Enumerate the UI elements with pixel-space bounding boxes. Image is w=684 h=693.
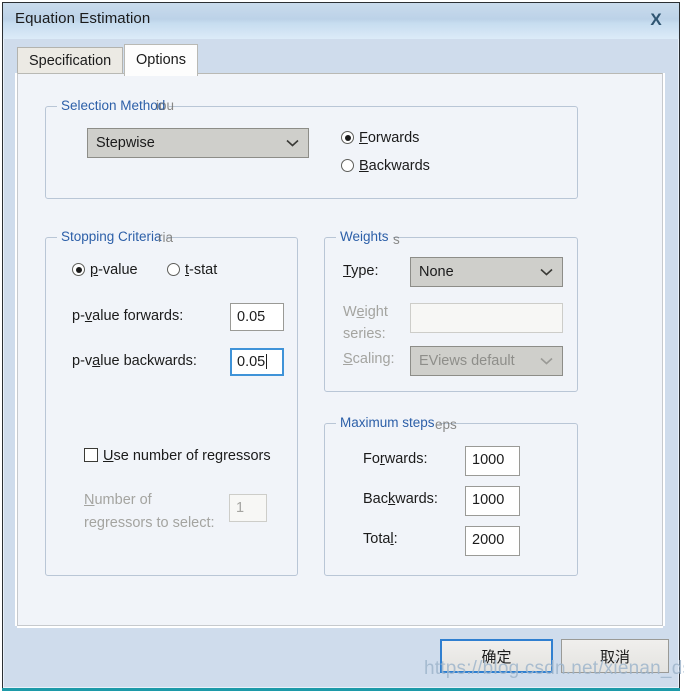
close-icon[interactable]: X — [645, 9, 667, 31]
dialog-window: Equation Estimation X Specification Opti… — [2, 2, 680, 691]
ok-button[interactable]: 确定 — [440, 639, 553, 673]
cancel-button-label: 取消 — [599, 648, 630, 666]
tab-specification[interactable]: Specification — [17, 47, 124, 75]
max-steps-total-label-pre: Tota — [363, 531, 391, 547]
use-regressors-accel: U — [103, 448, 114, 464]
weights-scaling-label: Scaling: — [343, 351, 395, 367]
weights-scaling-label-post: caling: — [352, 351, 395, 367]
p-value-backwards-value: 0.05 — [237, 354, 266, 370]
weights-scaling-combo-value: EViews default — [419, 353, 515, 369]
radio-backwards-label: ackwards — [368, 158, 430, 174]
p-value-forwards-value: 0.05 — [237, 309, 266, 325]
window-title: Equation Estimation — [15, 10, 151, 27]
selection-method-combo[interactable]: Stepwise — [87, 128, 309, 158]
weights-type-label-post: ype: — [351, 263, 379, 279]
radio-forwards[interactable]: Forwards — [341, 130, 419, 146]
radio-p-value-accel: p — [90, 262, 99, 278]
chevron-down-icon — [286, 129, 299, 157]
weight-series-label-line1: Weight — [343, 304, 388, 320]
radio-p-value-indicator — [72, 263, 85, 276]
weight-series-input[interactable] — [410, 303, 563, 333]
number-of-regressors-value: 1 — [236, 500, 245, 516]
weights-scaling-accel: S — [343, 351, 353, 367]
p-value-backwards-label-post: lue backwards: — [100, 353, 197, 369]
use-regressors-label: se number of regressors — [113, 448, 271, 464]
radio-backwards-indicator — [341, 159, 354, 172]
weights-type-label: Type: — [343, 263, 378, 279]
radio-t-stat-label: -stat — [189, 262, 218, 278]
max-steps-forwards-input[interactable]: 1000 — [465, 446, 520, 476]
weight-series-label-post: ight — [364, 304, 388, 320]
max-steps-forwards-label-pre: Fo — [363, 451, 380, 467]
group-stopping-criteria: Stopping Criteria ria p-value t-stat p-v… — [45, 229, 298, 576]
weight-series-label-line2: series: — [343, 326, 386, 342]
tab-strip: Specification Options — [3, 39, 679, 76]
p-value-backwards-label-pre: p-v — [72, 353, 93, 369]
options-tab-panel: Selection Method iou Stepwise Forwards B… — [17, 73, 663, 626]
group-weights: Weights s Type: None Weight series: Scal… — [324, 229, 578, 392]
ok-button-label: 确定 — [481, 648, 512, 666]
p-value-backwards-label: p-value backwards: — [72, 353, 197, 369]
title-bar: Equation Estimation X — [3, 3, 679, 39]
p-value-backwards-input[interactable]: 0.05 — [230, 348, 284, 376]
max-steps-total-label: Total: — [363, 531, 398, 547]
radio-p-value-label: -value — [98, 262, 138, 278]
number-of-regressors-accel: N — [84, 492, 95, 508]
weights-title-artifact: s — [393, 232, 400, 247]
use-number-of-regressors-checkbox[interactable]: Use number of regressors — [84, 448, 271, 464]
radio-backwards-accel: B — [359, 158, 369, 174]
group-maximum-steps: Maximum steps eps Forwards: 1000 Backwar… — [324, 415, 578, 576]
max-steps-forwards-label: Forwards: — [363, 451, 427, 467]
p-value-forwards-input[interactable]: 0.05 — [230, 303, 284, 331]
max-steps-forwards-label-post: wards: — [384, 451, 428, 467]
weights-type-combo-value: None — [419, 264, 454, 280]
radio-forwards-accel: F — [359, 130, 368, 146]
max-steps-total-value: 2000 — [472, 532, 505, 548]
group-title-selection-method: Selection Method — [57, 98, 170, 113]
group-title-maximum-steps: Maximum steps — [336, 415, 439, 430]
text-caret — [266, 354, 268, 369]
weight-series-accel: e — [356, 304, 365, 320]
radio-backwards[interactable]: Backwards — [341, 158, 430, 174]
radio-t-stat[interactable]: t-stat — [167, 262, 217, 278]
radio-t-stat-indicator — [167, 263, 180, 276]
p-value-forwards-label-post: alue forwards: — [92, 308, 184, 324]
number-of-regressors-label-line1: Number of — [84, 492, 152, 508]
max-steps-backwards-label-post: wards: — [395, 491, 438, 507]
max-steps-backwards-value: 1000 — [472, 492, 505, 508]
max-steps-backwards-input[interactable]: 1000 — [465, 486, 520, 516]
weights-type-accel: T — [343, 263, 352, 279]
group-title-stopping-criteria: Stopping Criteria — [57, 229, 166, 244]
weights-scaling-combo[interactable]: EViews default — [410, 346, 563, 376]
radio-forwards-indicator — [341, 131, 354, 144]
radio-p-value[interactable]: p-value — [72, 262, 138, 278]
radio-forwards-label: orwards — [367, 130, 420, 146]
max-steps-forwards-value: 1000 — [472, 452, 505, 468]
cancel-button[interactable]: 取消 — [561, 639, 669, 673]
max-steps-total-label-post: : — [393, 531, 398, 547]
p-value-forwards-label: p-value forwards: — [72, 308, 183, 324]
number-of-regressors-label-post: umber of — [94, 492, 152, 508]
max-steps-total-input[interactable]: 2000 — [465, 526, 520, 556]
max-steps-backwards-label-pre: Bac — [363, 491, 388, 507]
selection-method-combo-value: Stepwise — [96, 135, 155, 151]
chevron-down-icon — [540, 258, 553, 286]
weights-type-combo[interactable]: None — [410, 257, 563, 287]
chevron-down-icon — [540, 347, 553, 375]
weight-series-label-pre: W — [343, 304, 357, 320]
number-of-regressors-input[interactable]: 1 — [229, 494, 267, 522]
number-of-regressors-label-line2: regressors to select: — [84, 515, 215, 531]
max-steps-backwards-label: Backwards: — [363, 491, 438, 507]
checkbox-indicator — [84, 448, 98, 462]
p-value-forwards-label-pre: p- — [72, 308, 85, 324]
group-title-weights: Weights — [336, 229, 393, 244]
tab-options[interactable]: Options — [124, 44, 198, 76]
group-selection-method: Selection Method iou Stepwise Forwards B… — [45, 98, 578, 199]
